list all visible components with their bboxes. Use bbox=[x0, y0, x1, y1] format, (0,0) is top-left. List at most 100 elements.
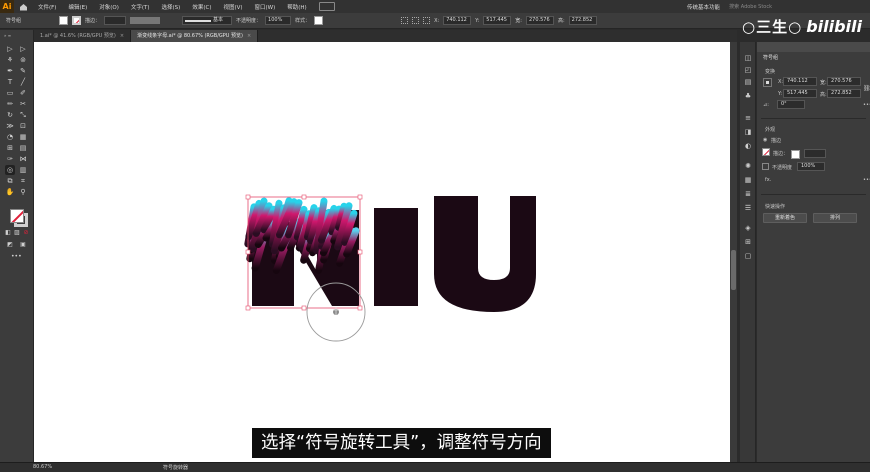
curvature-tool-icon[interactable]: ✎ bbox=[18, 66, 28, 76]
transform-y-field[interactable]: 517.445 bbox=[783, 89, 817, 98]
brush-definition[interactable]: 基本 bbox=[182, 16, 233, 25]
eyedropper-tool-icon[interactable]: ✑ bbox=[5, 154, 15, 164]
none-mode-icon[interactable]: ⊘ bbox=[21, 228, 31, 238]
graphic-styles-icon[interactable]: ⊞ bbox=[744, 238, 752, 246]
home-icon[interactable] bbox=[14, 0, 32, 13]
rectangle-tool-icon[interactable]: ▭ bbox=[5, 88, 15, 98]
draw-mode-icon[interactable]: ◩ bbox=[5, 240, 15, 250]
artboard-tool-icon[interactable]: ⧉ bbox=[5, 176, 15, 186]
appearance-fill-swatch[interactable] bbox=[762, 148, 770, 156]
transform-x-field[interactable]: 740.112 bbox=[783, 77, 817, 86]
line-tool-icon[interactable]: ╱ bbox=[18, 77, 28, 87]
mesh-tool-icon[interactable]: ⊞ bbox=[5, 143, 15, 153]
brushes-icon[interactable]: ☰ bbox=[744, 204, 752, 212]
opacity-field[interactable]: 100% bbox=[265, 16, 292, 25]
arrange-button[interactable]: 排列 bbox=[813, 213, 857, 223]
control-h-field[interactable]: 272.852 bbox=[568, 16, 597, 25]
close-icon[interactable]: × bbox=[120, 33, 124, 39]
layers-icon[interactable]: ◰ bbox=[744, 66, 752, 74]
symbol-rotate-tool-icon[interactable]: ◎ bbox=[5, 165, 15, 175]
selection-tool-icon[interactable]: ▷ bbox=[5, 44, 15, 54]
transparency-icon[interactable]: ◨ bbox=[744, 128, 752, 136]
close-icon[interactable]: × bbox=[247, 33, 251, 39]
free-transform-tool-icon[interactable]: ⊡ bbox=[18, 121, 28, 131]
scrollbar-thumb[interactable] bbox=[731, 250, 736, 290]
stroke-panel-icon[interactable]: ≣ bbox=[744, 190, 752, 198]
tab-doc-1[interactable]: 1.ai* @ 41.6% (RGB/GPU 预览) × bbox=[34, 30, 132, 42]
reference-point-icon[interactable] bbox=[763, 78, 772, 87]
type-tool-icon[interactable]: T bbox=[5, 77, 15, 87]
variable-width-profile[interactable] bbox=[130, 17, 161, 24]
add-effect-icon[interactable]: fx. bbox=[765, 177, 771, 183]
bridge-icon[interactable] bbox=[318, 2, 335, 11]
menu-select[interactable]: 选择(S) bbox=[156, 3, 187, 11]
eye-icon[interactable]: ◉ bbox=[763, 137, 767, 143]
menu-window[interactable]: 窗口(W) bbox=[249, 3, 282, 11]
screen-mode-icon[interactable]: ▣ bbox=[18, 240, 28, 250]
menu-effect[interactable]: 效果(C) bbox=[186, 3, 217, 11]
appearance-stroke-weight[interactable] bbox=[804, 149, 826, 158]
stroke-swatch[interactable] bbox=[72, 16, 82, 25]
lasso-tool-icon[interactable]: ⊚ bbox=[18, 55, 28, 65]
pathfinder-icon[interactable]: ◈ bbox=[744, 224, 752, 232]
align-icon[interactable] bbox=[401, 17, 409, 24]
appearance-icon[interactable]: ◐ bbox=[744, 142, 752, 150]
shape-builder-tool-icon[interactable]: ◔ bbox=[5, 132, 15, 142]
fill-swatch[interactable] bbox=[59, 16, 69, 25]
link-icon[interactable]: ⛓ bbox=[863, 85, 870, 92]
artboards-panel-icon[interactable]: ▢ bbox=[744, 252, 752, 260]
pen-tool-icon[interactable]: ✒ bbox=[5, 66, 15, 76]
transform-w-field[interactable]: 270.576 bbox=[827, 77, 861, 86]
rotate-tool-icon[interactable]: ↻ bbox=[5, 110, 15, 120]
slice-tool-icon[interactable]: ⌗ bbox=[18, 176, 28, 186]
appearance-stroke-swatch[interactable] bbox=[791, 150, 800, 159]
color-panel-icon[interactable]: ✺ bbox=[744, 162, 752, 170]
magic-wand-tool-icon[interactable]: ⚘ bbox=[5, 55, 15, 65]
swatches-icon[interactable]: ▦ bbox=[744, 176, 752, 184]
menu-file[interactable]: 文件(F) bbox=[32, 3, 62, 11]
more-tools-icon[interactable]: ••• bbox=[11, 252, 22, 262]
properties-icon[interactable]: ◫ bbox=[744, 54, 752, 62]
opacity-checkbox[interactable] bbox=[762, 163, 769, 170]
zoom-tool-icon[interactable]: ⚲ bbox=[18, 187, 28, 197]
fill-color-icon[interactable] bbox=[10, 209, 24, 223]
distribute-icon[interactable] bbox=[412, 17, 420, 24]
menu-help[interactable]: 帮助(H) bbox=[281, 3, 312, 11]
control-w-field[interactable]: 270.576 bbox=[525, 16, 554, 25]
more-options-icon[interactable]: ••• bbox=[863, 102, 870, 108]
stroke-weight-field[interactable] bbox=[104, 16, 127, 25]
artboard[interactable]: 选择“符号旋转工具”，调整符号方向 bbox=[34, 42, 730, 462]
blend-tool-icon[interactable]: ⋈ bbox=[18, 154, 28, 164]
symbols-icon[interactable]: ♣ bbox=[744, 92, 752, 100]
more-options-icon[interactable]: ••• bbox=[863, 177, 870, 183]
menu-object[interactable]: 对象(O) bbox=[93, 3, 125, 11]
zoom-level[interactable]: 80.67% bbox=[33, 464, 52, 470]
tab-doc-2[interactable]: 渐变线条字母.ai* @ 80.67% (RGB/GPU 预览) × bbox=[131, 30, 259, 42]
rotate-angle-field[interactable]: 0° bbox=[777, 100, 805, 109]
align-to-icon[interactable] bbox=[423, 17, 431, 24]
libraries-icon[interactable]: ▤ bbox=[744, 78, 752, 86]
direct-selection-tool-icon[interactable]: ▷ bbox=[18, 44, 28, 54]
stock-search-input[interactable]: 搜索 Adobe Stock bbox=[729, 3, 772, 10]
vertical-scrollbar[interactable] bbox=[730, 42, 737, 462]
graphic-style-swatch[interactable] bbox=[314, 16, 324, 25]
shaper-tool-icon[interactable]: ✏ bbox=[5, 99, 15, 109]
workspace-switcher[interactable]: 传统基本功能 bbox=[687, 3, 720, 11]
control-x-field[interactable]: 740.112 bbox=[443, 16, 472, 25]
appearance-opacity-field[interactable]: 100% bbox=[797, 162, 825, 171]
align-panel-icon[interactable]: ≡ bbox=[744, 114, 752, 122]
menu-edit[interactable]: 编辑(E) bbox=[62, 3, 93, 11]
hand-tool-icon[interactable]: ✋ bbox=[5, 187, 15, 197]
recolor-button[interactable]: 重新着色 bbox=[763, 213, 807, 223]
width-tool-icon[interactable]: ≫ bbox=[5, 121, 15, 131]
paintbrush-tool-icon[interactable]: ✐ bbox=[18, 88, 28, 98]
perspective-tool-icon[interactable]: ▦ bbox=[18, 132, 28, 142]
menu-type[interactable]: 文字(T) bbox=[125, 3, 156, 11]
control-y-field[interactable]: 517.445 bbox=[483, 16, 512, 25]
menu-view[interactable]: 视图(V) bbox=[217, 3, 248, 11]
column-graph-tool-icon[interactable]: ▥ bbox=[18, 165, 28, 175]
scale-tool-icon[interactable]: ⤡ bbox=[18, 110, 28, 120]
artwork-niu[interactable] bbox=[34, 42, 730, 462]
transform-h-field[interactable]: 272.852 bbox=[827, 89, 861, 98]
eraser-tool-icon[interactable]: ✂ bbox=[18, 99, 28, 109]
